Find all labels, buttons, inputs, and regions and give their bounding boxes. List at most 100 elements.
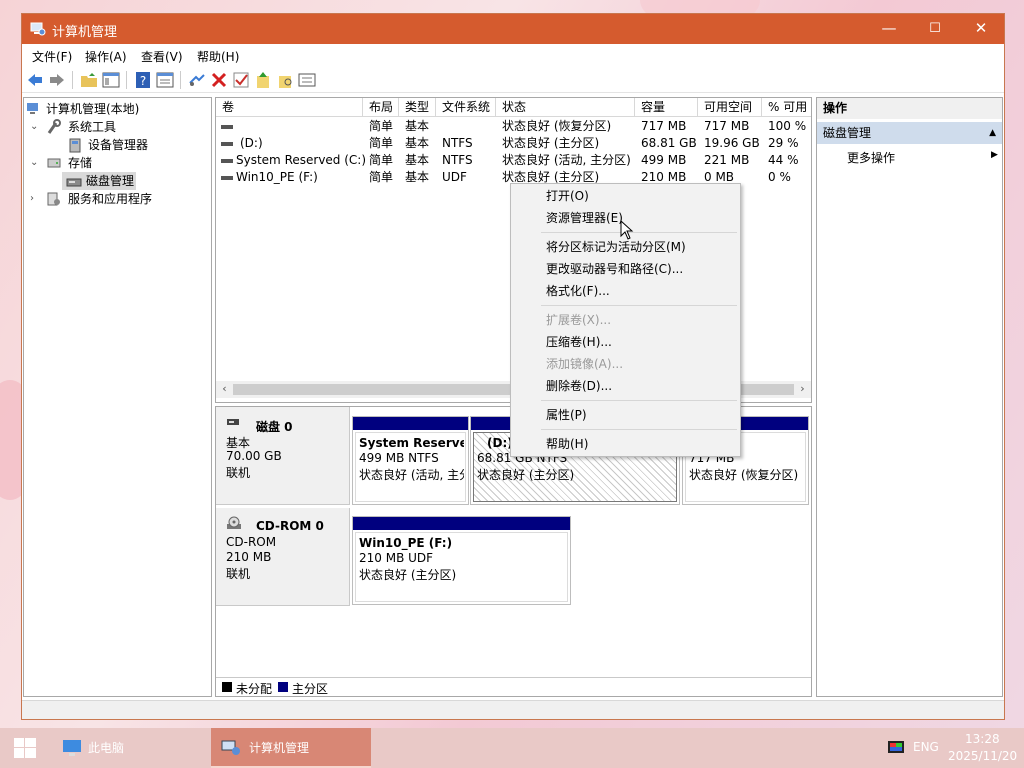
volume-cell-fs: NTFS bbox=[442, 153, 473, 167]
volume-cell-pct: 29 % bbox=[768, 136, 799, 150]
tree-label: 计算机管理(本地) bbox=[46, 102, 140, 116]
mouse-pointer-icon bbox=[620, 220, 634, 240]
menu-open[interactable]: 打开(O) bbox=[546, 186, 589, 206]
volume-cell-type: 基本 bbox=[405, 153, 430, 167]
help-icon[interactable]: ? bbox=[134, 71, 152, 89]
column-header-volume[interactable]: 卷 bbox=[216, 98, 363, 117]
menu-explorer[interactable]: 资源管理器(E) bbox=[546, 208, 623, 228]
cd-drive-icon bbox=[227, 516, 241, 529]
scroll-left-icon[interactable]: ‹ bbox=[216, 382, 233, 395]
column-header-free[interactable]: 可用空间 bbox=[698, 98, 762, 117]
cdrom0-kind: CD-ROM bbox=[226, 535, 277, 549]
actions-disk-management[interactable]: 磁盘管理 ▲ bbox=[817, 122, 1002, 144]
check-icon[interactable] bbox=[232, 71, 250, 89]
submenu-arrow-icon[interactable]: ▶ bbox=[991, 150, 998, 160]
window-title: 计算机管理 bbox=[52, 25, 118, 40]
chevron-right-icon[interactable]: › bbox=[30, 190, 40, 208]
volume-cell-free: 221 MB bbox=[704, 153, 750, 167]
volume-cell-name[interactable]: System Reserved (C:) bbox=[236, 152, 366, 169]
volume-cell-status: 状态良好 (恢复分区) bbox=[502, 119, 612, 133]
more-actions-item[interactable]: 更多操作 bbox=[847, 149, 895, 167]
delete-icon[interactable] bbox=[210, 71, 228, 89]
list-icon[interactable] bbox=[298, 71, 316, 89]
volume-cell-layout: 简单 bbox=[369, 119, 394, 133]
menu-file[interactable]: 文件(F) bbox=[32, 48, 72, 65]
clock-time[interactable]: 13:28 bbox=[965, 732, 1000, 746]
partition-size: 499 MB NTFS bbox=[359, 451, 439, 465]
volume-cell-status: 状态良好 (主分区) bbox=[502, 136, 600, 150]
volume-cell-status: 状态良好 (活动, 主分区) bbox=[502, 153, 631, 167]
minimize-button[interactable]: — bbox=[866, 14, 912, 44]
menu-properties[interactable]: 属性(P) bbox=[546, 405, 587, 425]
close-button[interactable]: ✕ bbox=[958, 14, 1004, 44]
taskbar-computer-management[interactable]: 计算机管理 bbox=[211, 728, 371, 768]
tools-icon bbox=[47, 119, 61, 134]
services-icon bbox=[47, 192, 60, 206]
column-header-layout[interactable]: 布局 bbox=[363, 98, 399, 117]
column-header-filesystem[interactable]: 文件系统 bbox=[436, 98, 496, 117]
volume-cell-name[interactable]: (D:) bbox=[240, 135, 263, 152]
partition-status: 状态良好 (主分区) bbox=[477, 468, 575, 482]
legend-swatch-primary bbox=[278, 682, 288, 692]
legend-swatch-unallocated bbox=[222, 682, 232, 692]
column-header-status[interactable]: 状态 bbox=[496, 98, 635, 117]
menu-mark-active[interactable]: 将分区标记为活动分区(M) bbox=[546, 237, 686, 257]
menu-separator bbox=[541, 305, 737, 306]
taskbar-this-pc[interactable]: 此电脑 bbox=[56, 728, 206, 768]
connect-icon[interactable] bbox=[188, 71, 206, 89]
computer-management-icon bbox=[27, 103, 38, 114]
volume-cell-type: 基本 bbox=[405, 170, 430, 184]
chevron-down-icon[interactable]: ⌄ bbox=[30, 118, 40, 136]
disk-management-icon bbox=[66, 178, 82, 187]
tree-label: 服务和应用程序 bbox=[68, 192, 153, 206]
toolbar-separator bbox=[72, 71, 73, 89]
properties-icon[interactable] bbox=[156, 71, 174, 89]
disk0-state: 联机 bbox=[226, 466, 251, 480]
import-icon[interactable] bbox=[254, 71, 272, 89]
menu-view[interactable]: 查看(V) bbox=[141, 48, 183, 65]
maximize-button[interactable]: ☐ bbox=[912, 14, 958, 44]
tree-item-disk-management[interactable]: 磁盘管理 bbox=[62, 172, 136, 190]
language-indicator[interactable]: ENG bbox=[913, 740, 939, 754]
volume-cell-fs: NTFS bbox=[442, 136, 473, 150]
menu-help[interactable]: 帮助(H) bbox=[197, 48, 239, 65]
menu-action[interactable]: 操作(A) bbox=[85, 48, 127, 65]
column-header-type[interactable]: 类型 bbox=[399, 98, 436, 117]
volume-cell-name[interactable]: Win10_PE (F:) bbox=[236, 169, 318, 186]
menu-change-drive-letter[interactable]: 更改驱动器号和路径(C)... bbox=[546, 259, 683, 279]
scroll-right-icon[interactable]: › bbox=[794, 382, 811, 395]
export-icon[interactable] bbox=[276, 71, 294, 89]
collapse-up-icon[interactable]: ▲ bbox=[989, 122, 996, 144]
column-header-capacity[interactable]: 容量 bbox=[635, 98, 698, 117]
menu-help[interactable]: 帮助(H) bbox=[546, 434, 588, 454]
partition-name: Win10_PE (F:) bbox=[359, 536, 453, 550]
clock-date[interactable]: 2025/11/20 bbox=[948, 749, 1017, 763]
chevron-down-icon[interactable]: ⌄ bbox=[30, 154, 40, 172]
cdrom0-state: 联机 bbox=[226, 567, 251, 581]
windows-start-icon[interactable] bbox=[14, 738, 36, 758]
volume-cell-free: 19.96 GB bbox=[704, 136, 760, 150]
cdrom0-size: 210 MB bbox=[226, 550, 272, 564]
menu-format[interactable]: 格式化(F)... bbox=[546, 281, 610, 301]
taskbar: 此电脑 计算机管理 ENG 13:28 2025/11/20 bbox=[0, 728, 1024, 768]
partition-system-reserved[interactable]: System Reserve 499 MB NTFS 状态良好 (活动, 主分 bbox=[352, 416, 469, 505]
partition-status: 状态良好 (恢复分区) bbox=[689, 468, 799, 482]
volume-cell-type: 基本 bbox=[405, 119, 430, 133]
cdrom0-info[interactable]: CD-ROM 0 CD-ROM 210 MB 联机 bbox=[216, 508, 350, 606]
disk0-info[interactable]: 磁盘 0 基本 70.00 GB 联机 bbox=[216, 407, 350, 505]
display-icon[interactable] bbox=[887, 740, 905, 756]
title-bar: 计算机管理 — ☐ ✕ bbox=[22, 14, 1004, 44]
up-folder-icon[interactable] bbox=[80, 71, 98, 89]
menu-delete-volume[interactable]: 删除卷(D)... bbox=[546, 376, 612, 396]
menu-separator bbox=[541, 232, 737, 233]
partition-win10pe[interactable]: Win10_PE (F:) 210 MB UDF 状态良好 (主分区) bbox=[352, 516, 571, 605]
tree-label: 磁盘管理 bbox=[86, 174, 135, 188]
volume-cell-pct: 44 % bbox=[768, 153, 799, 167]
column-header-percent-free[interactable]: % 可用 bbox=[762, 98, 811, 117]
menu-shrink-volume[interactable]: 压缩卷(H)... bbox=[546, 332, 612, 352]
this-pc-icon bbox=[63, 740, 81, 756]
show-hide-tree-icon[interactable] bbox=[102, 71, 120, 89]
back-icon[interactable] bbox=[26, 71, 44, 89]
menu-separator bbox=[541, 400, 737, 401]
forward-icon[interactable] bbox=[48, 71, 66, 89]
